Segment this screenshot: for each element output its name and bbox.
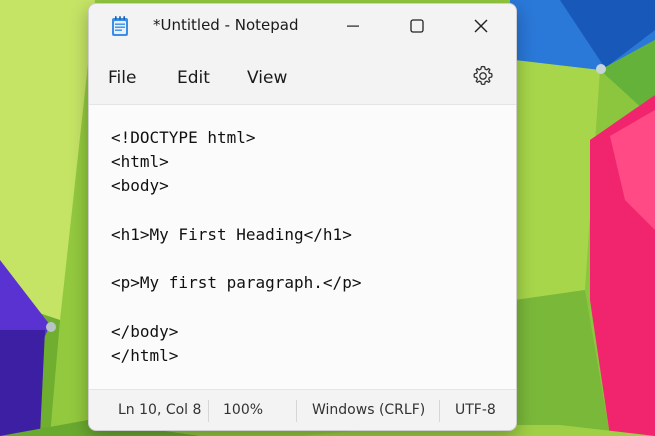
menu-view[interactable]: View	[247, 68, 287, 88]
maximize-button[interactable]	[385, 4, 449, 48]
line-ending: Windows (CRLF)	[312, 402, 426, 418]
status-divider	[296, 400, 297, 422]
editor-line: <!DOCTYPE html>	[111, 128, 256, 147]
menu-file[interactable]: File	[108, 68, 136, 88]
menu-edit[interactable]: Edit	[177, 68, 210, 88]
status-bar: Ln 10, Col 8 100% Windows (CRLF) UTF-8	[89, 389, 516, 430]
gear-icon	[473, 65, 493, 86]
close-button[interactable]	[449, 4, 513, 48]
title-bar[interactable]: *Untitled - Notepad	[89, 4, 516, 48]
editor-line: <h1>My First Heading</h1>	[111, 225, 352, 244]
zoom-level: 100%	[223, 402, 264, 418]
menu-bar: File Edit View	[89, 48, 516, 104]
editor-line: <p>My first paragraph.</p>	[111, 273, 362, 292]
cursor-position: Ln 10, Col 8	[118, 402, 202, 418]
editor-line: </body>	[111, 322, 179, 341]
editor-line: </html>	[111, 346, 179, 365]
status-divider	[439, 400, 440, 422]
notepad-icon	[111, 15, 129, 37]
text-editor[interactable]: <!DOCTYPE html> <html> <body> <h1>My Fir…	[89, 104, 516, 390]
encoding: UTF-8	[455, 402, 496, 418]
minimize-icon	[347, 25, 359, 27]
settings-button[interactable]	[471, 64, 495, 88]
editor-line: <body>	[111, 176, 169, 195]
window-title: *Untitled - Notepad	[153, 16, 299, 34]
minimize-button[interactable]	[321, 4, 385, 48]
maximize-icon	[410, 19, 424, 33]
notepad-window: *Untitled - Notepad File Edit View <!DOC…	[88, 3, 517, 431]
editor-line: <html>	[111, 152, 169, 171]
close-icon	[474, 19, 488, 33]
status-divider	[208, 400, 209, 422]
